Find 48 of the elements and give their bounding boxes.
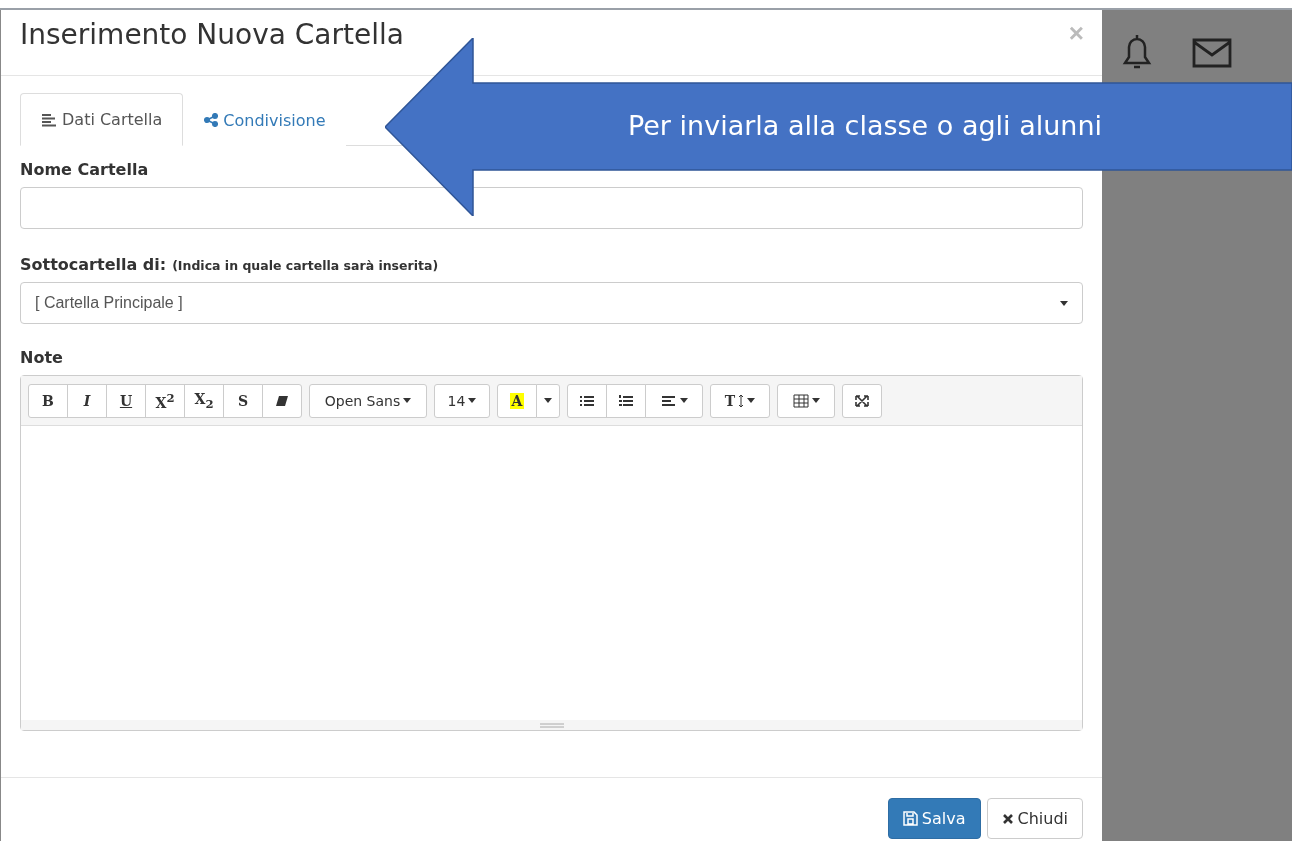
color-dropdown[interactable] [536,383,560,418]
fullscreen-icon [854,393,870,408]
resize-handle[interactable] [539,722,564,728]
share-icon [204,113,219,127]
strikethrough-button[interactable]: S [223,383,263,418]
arrows-vertical-icon [738,393,745,408]
x-icon [1001,812,1014,825]
caret-icon [544,398,552,403]
highlight-button[interactable]: A [497,383,537,418]
eraser-icon [274,393,290,408]
mail-icon[interactable] [1192,38,1232,68]
callout-text: Per inviarla alla classe o agli alunni [626,110,1104,141]
underline-button[interactable]: U [106,383,146,418]
modal-title: Inserimento Nuova Cartella [20,18,404,53]
save-button[interactable]: Salva [887,798,981,839]
folder-select[interactable]: [ Cartella Principale ] [20,282,1083,324]
caret-icon [468,398,477,403]
table-dropdown[interactable] [777,383,835,418]
caret-icon [679,398,688,403]
field-label: Nome Cartella [20,160,150,179]
name-input[interactable] [20,187,1083,229]
text-editor[interactable]: B I U X$^{2}$ X$_{2}$ S Open Sans 14 A T [20,375,1083,731]
line-height-dropdown[interactable]: T [710,383,770,418]
italic-button[interactable]: I [67,383,107,418]
caret-icon [1060,300,1068,306]
field-label: Note [20,348,64,367]
subscript-button[interactable]: X$_{2}$ [184,383,224,418]
bullet-list-button[interactable] [567,383,607,418]
numbered-list-icon [618,393,634,408]
font-dropdown[interactable]: Open Sans [309,383,427,418]
caret-icon [811,398,820,403]
text-lines-icon [41,112,57,127]
tab[interactable]: Dati Cartella [20,93,184,146]
eraser-button[interactable] [262,383,302,418]
align-dropdown[interactable] [645,383,703,418]
field-label: Sottocartella di: [20,255,167,274]
size-dropdown[interactable]: 14 [434,383,490,418]
bullet-list-icon [579,393,595,408]
bold-button[interactable]: B [28,383,68,418]
caret-icon [747,398,756,403]
table-icon [792,393,809,408]
caret-icon [403,398,412,403]
fullscreen-button[interactable] [842,383,882,418]
align-icon [660,393,677,408]
close-dialog-button[interactable]: Chiudi [986,798,1083,839]
numbered-list-button[interactable] [606,383,646,418]
superscript-button[interactable]: X$^{2}$ [145,383,185,418]
field-hint: (Indica in quale cartella sarà inserita) [172,258,439,273]
